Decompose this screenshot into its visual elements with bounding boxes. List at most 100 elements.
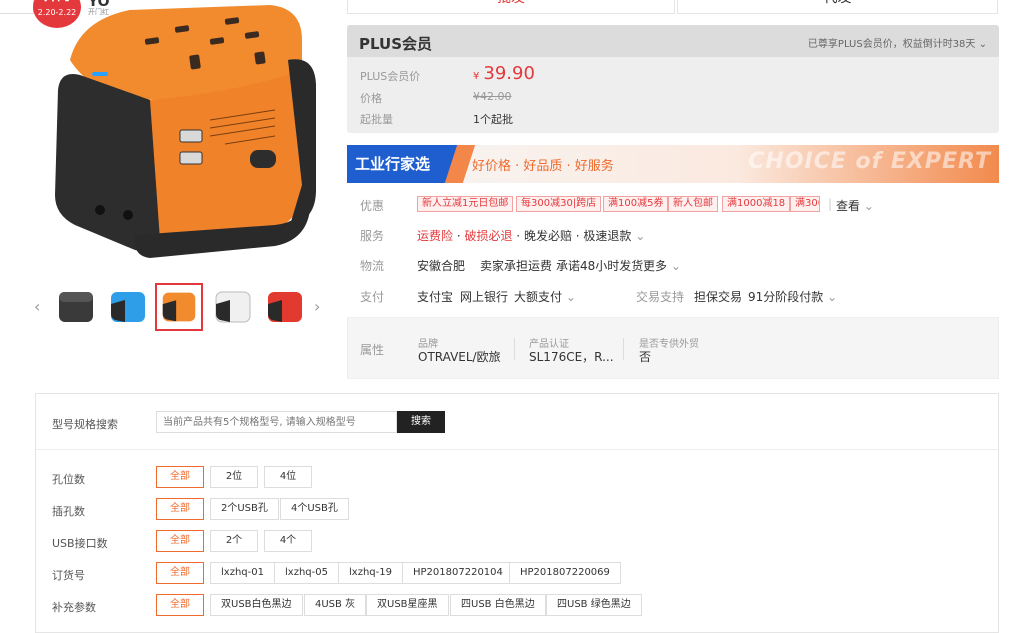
moq-value: 1个起批 [473,113,513,126]
member-price: ¥39.90 [473,63,535,84]
attr-brand-value: OTRAVEL/欧旅 [418,350,501,364]
payment-large-button[interactable]: 大额支付 ⌄ [514,288,576,305]
chevron-right-icon[interactable]: › [314,297,324,317]
filter-label-holes: 孔位数 [52,473,85,486]
filter-option-all[interactable]: 全部 [156,466,204,488]
banner-slogan: 好价格 · 好品质 · 好服务 [472,159,614,174]
promo-label: 优惠 [360,199,385,213]
trade-guarantee: 担保交易 [694,290,743,304]
currency-symbol: ¥ [473,71,480,82]
trade-installment-text: 91分阶段付款 [748,290,824,304]
spec-filter-panel: 型号规格搜索 搜索 孔位数 全部 2位 4位 插孔数 全部 2个USB孔 4个U… [35,393,999,633]
filter-option-all[interactable]: 全部 [156,594,204,616]
filter-option[interactable]: HP201807220069 [509,562,621,584]
payment-online-bank: 网上银行 [460,290,509,304]
logistics-ship-promise: 承诺48小时发货 [556,259,644,273]
thumbnail-4[interactable] [209,283,257,331]
service-fast-refund[interactable]: 极速退款 [583,229,631,243]
plus-header: PLUS会员 已尊享PLUS会员价，权益倒计时38天 ⌄ [347,25,999,57]
coupon-2[interactable]: 每300减30|跨店 [516,196,602,212]
promo-more-text: 查看 [836,199,861,213]
member-price-label: PLUS会员价 [360,70,421,83]
banner-english: CHOICE of EXPERT [748,149,991,174]
tab-wholesale[interactable]: 批发 [347,0,675,14]
logistics-freight: 卖家承担运费 [480,259,553,273]
filter-option[interactable]: 2个 [210,530,258,552]
plus-note-text: 已尊享PLUS会员价，权益倒计时38天 [807,39,976,50]
filter-option[interactable]: lxzhq-01 [210,562,275,584]
thumbnail-1[interactable] [52,283,100,331]
filter-option[interactable]: lxzhq-19 [338,562,403,584]
thumbnail-5[interactable] [261,283,309,331]
payment-large-text: 大额支付 [514,290,563,304]
filter-option[interactable]: 2位 [210,466,258,488]
logistics-label: 物流 [360,259,385,273]
divider: | [828,197,833,211]
logistics-origin: 安徽合肥 [417,259,466,273]
filter-option[interactable]: 双USB白色黑边 [210,594,303,616]
spec-search-row: 型号规格搜索 搜索 [36,394,998,450]
filter-option[interactable]: HP201807220104 [402,562,514,584]
service-label: 服务 [360,229,385,243]
thumbnail-3[interactable] [155,283,203,331]
tab-dropship[interactable]: 代发 [677,0,998,14]
chevron-left-icon[interactable]: ‹ [34,297,44,317]
plus-note[interactable]: 已尊享PLUS会员价，权益倒计时38天 ⌄ [808,35,987,50]
filter-label-extra: 补充参数 [52,601,96,614]
payment-alipay: 支付宝 [417,290,454,304]
trade-installment-button[interactable]: 91分阶段付款 ⌄ [748,288,837,305]
attr-cert-value: SL176CE，R... [529,350,614,364]
filter-option[interactable]: 2个USB孔 [210,498,279,520]
filter-option-all[interactable]: 全部 [156,530,204,552]
thumbnail-strip: ‹ › [34,283,330,333]
attr-divider [623,338,624,360]
thumbnail-2[interactable] [104,283,152,331]
spec-search-input[interactable] [156,411,397,433]
filter-label-order-no: 订货号 [52,569,85,582]
spec-search-button[interactable]: 搜索 [397,411,445,433]
filter-option[interactable]: 4USB 灰 [304,594,367,616]
chevron-down-icon: ⌄ [978,39,987,50]
filter-option[interactable]: 4个USB孔 [280,498,349,520]
original-price: ¥42.00 [473,90,512,103]
main-product-image[interactable] [40,0,330,270]
filter-label-usb: USB接口数 [52,537,108,550]
filter-option[interactable]: 4个 [264,530,312,552]
chevron-down-icon: ⌄ [565,290,576,304]
filter-label-sockets: 插孔数 [52,505,85,518]
promo-more-button[interactable]: 查看 ⌄ [836,197,874,214]
plus-title: PLUS会员 [359,35,433,53]
filter-option-all[interactable]: 全部 [156,498,204,520]
price-panel: PLUS会员 已尊享PLUS会员价，权益倒计时38天 ⌄ PLUS会员价 ¥39… [347,25,999,133]
coupon-3[interactable]: 满100减5券 [603,196,669,212]
filter-option[interactable]: 四USB 绿色黑边 [546,594,642,616]
chevron-down-icon: ⌄ [827,290,838,304]
filter-option[interactable]: 双USB星座黑 [366,594,449,616]
attr-export-value: 否 [639,350,652,364]
filter-option[interactable]: lxzhq-05 [274,562,339,584]
member-price-value: 39.90 [483,63,535,84]
chevron-down-icon: ⌄ [670,259,681,273]
attributes-label: 属性 [360,343,385,357]
coupon-5[interactable]: 满1000减18 [722,196,791,212]
service-items[interactable]: 运费险 · 破损必退 · 晚发必赔 · 极速退款 ⌄ [417,227,645,244]
filter-option[interactable]: 4位 [264,466,312,488]
service-damage-return[interactable]: 破损必退 [464,229,512,243]
coupon-4[interactable]: 新人包邮 [668,196,718,212]
service-freight-insurance[interactable]: 运费险 [417,229,453,243]
filter-option-all[interactable]: 全部 [156,562,204,584]
top-left-corner [0,0,34,14]
expert-banner[interactable]: 工业行家选 好价格 · 好品质 · 好服务 CHOICE of EXPERT [347,145,999,183]
payment-label: 支付 [360,290,385,304]
coupon-1[interactable]: 新人立减1元日包邮 [417,196,514,212]
logistics-more-button[interactable]: 更多 ⌄ [643,257,681,274]
filter-option[interactable]: 四USB 白色黑边 [450,594,546,616]
coupon-6[interactable]: 满300 [790,196,820,212]
chevron-down-icon: ⌄ [635,229,646,243]
attributes-panel: 属性 品牌 OTRAVEL/欧旅 产品认证 SL176CE，R... 是否专供外… [347,317,999,379]
banner-title: 工业行家选 [347,145,459,183]
service-late-compensation[interactable]: 晚发必赔 [524,229,572,243]
trade-support-label: 交易支持 [636,290,685,304]
attr-divider [514,338,515,360]
logistics-more-text: 更多 [643,259,668,273]
